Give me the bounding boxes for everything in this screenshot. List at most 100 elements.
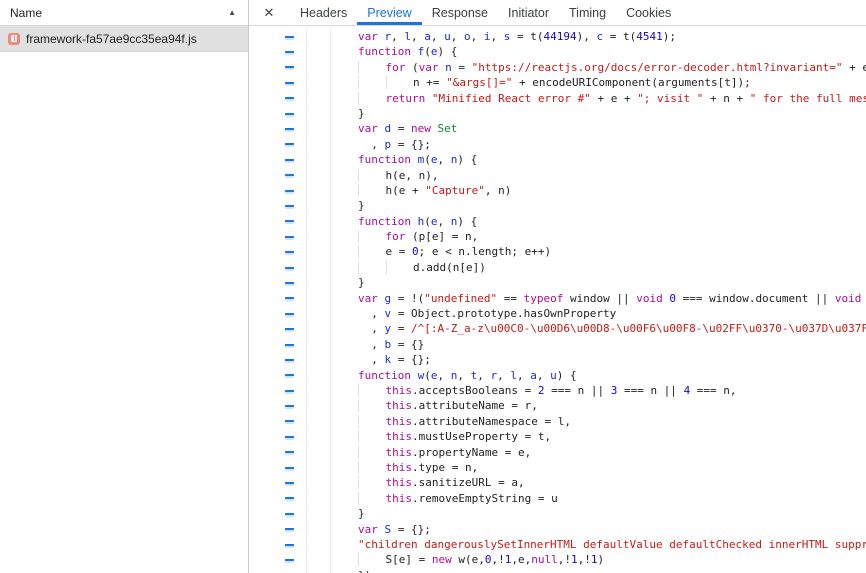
code-token: ,! [578, 553, 591, 566]
code-line: this.attributeName = r, [331, 398, 866, 413]
code-token: "undefined" [424, 292, 497, 305]
tab-headers[interactable]: Headers [290, 0, 357, 25]
code-line-row: function m(e, n) { [249, 152, 866, 167]
fold-marker-icon[interactable] [285, 328, 294, 330]
fold-gutter [249, 229, 307, 244]
fold-marker-icon[interactable] [285, 513, 294, 515]
fold-marker-icon[interactable] [285, 544, 294, 546]
line-number-gutter [307, 291, 331, 306]
fold-marker-icon[interactable] [285, 374, 294, 376]
code-token: var [358, 292, 378, 305]
fold-marker-icon[interactable] [285, 451, 294, 453]
fold-marker-icon[interactable] [285, 282, 294, 284]
tab-timing[interactable]: Timing [559, 0, 616, 25]
code-token: ( [405, 61, 418, 74]
code-token: = Object.prototype.hasOwnProperty [391, 307, 616, 320]
fold-marker-icon[interactable] [285, 251, 294, 253]
fold-marker-icon[interactable] [285, 51, 294, 53]
tab-response[interactable]: Response [422, 0, 498, 25]
code-token: = [391, 122, 411, 135]
fold-marker-icon[interactable] [285, 390, 294, 392]
fold-gutter [249, 183, 307, 198]
fold-marker-icon[interactable] [285, 405, 294, 407]
code-line-row: , v = Object.prototype.hasOwnProperty [249, 306, 866, 321]
code-token: a [424, 30, 431, 43]
fold-marker-icon[interactable] [285, 436, 294, 438]
code-token: = {} [391, 338, 424, 351]
fold-marker-icon[interactable] [285, 420, 294, 422]
code-token [378, 122, 385, 135]
fold-marker-icon[interactable] [285, 174, 294, 176]
fold-marker-icon[interactable] [285, 528, 294, 530]
fold-marker-icon[interactable] [285, 128, 294, 130]
code-line-row: return "Minified React error #" + e + ";… [249, 91, 866, 106]
tab-preview[interactable]: Preview [357, 0, 421, 25]
indent-guide [358, 245, 386, 258]
fold-marker-icon[interactable] [285, 82, 294, 84]
code-token [378, 30, 385, 43]
fold-marker-icon[interactable] [285, 220, 294, 222]
code-line-row: this.sanitizeURL = a, [249, 475, 866, 490]
fold-marker-icon[interactable] [285, 97, 294, 99]
fold-marker-icon[interactable] [285, 297, 294, 299]
code-line-row: this.attributeNamespace = l, [249, 414, 866, 429]
source-preview[interactable]: var r, l, a, u, o, i, s = t(44194), c = … [249, 26, 866, 573]
tab-initiator[interactable]: Initiator [498, 0, 559, 25]
fold-gutter [249, 29, 307, 44]
code-token: , [477, 369, 490, 382]
code-line: function f(e) { [331, 44, 866, 59]
indent-guide [358, 61, 386, 74]
code-line-row: var S = {}; [249, 522, 866, 537]
code-token: (p[e] = n, [405, 230, 478, 243]
fold-gutter [249, 321, 307, 336]
fold-marker-icon[interactable] [285, 359, 294, 361]
code-token [411, 45, 418, 58]
fold-marker-icon[interactable] [285, 236, 294, 238]
close-icon[interactable]: ✕ [261, 0, 277, 25]
fold-gutter [249, 244, 307, 259]
code-line: for (var n = "https://reactjs.org/docs/e… [331, 60, 866, 75]
code-token: .mustUseProperty = t, [412, 430, 551, 443]
fold-marker-icon[interactable] [285, 159, 294, 161]
javascript-file-icon [8, 33, 20, 45]
fold-marker-icon[interactable] [285, 313, 294, 315]
fold-gutter [249, 291, 307, 306]
code-token: 4541 [636, 30, 663, 43]
code-line: d.add(n[e]) [331, 260, 866, 275]
fold-marker-icon[interactable] [285, 113, 294, 115]
code-token: var [358, 523, 378, 536]
fold-gutter [249, 275, 307, 290]
fold-marker-icon[interactable] [285, 344, 294, 346]
code-token [378, 523, 385, 536]
code-token: , [497, 369, 510, 382]
line-number-gutter [307, 75, 331, 90]
fold-marker-icon[interactable] [285, 66, 294, 68]
code-token: void [636, 292, 663, 305]
code-line: h(e, n), [331, 168, 866, 183]
indent-guide [358, 261, 386, 274]
code-line: , p = {}; [331, 137, 866, 152]
fold-marker-icon[interactable] [285, 143, 294, 145]
code-token: this [386, 415, 413, 428]
line-number-gutter [307, 475, 331, 490]
code-line-row: this.mustUseProperty = t, [249, 429, 866, 444]
request-row-selected[interactable]: framework-fa57ae9cc35ea94f.js [0, 26, 248, 52]
fold-marker-icon[interactable] [285, 559, 294, 561]
fold-marker-icon[interactable] [285, 482, 294, 484]
name-column-header[interactable]: Name ▲ [0, 0, 248, 26]
fold-marker-icon[interactable] [285, 36, 294, 38]
code-token: , [371, 307, 384, 320]
indent-guide [386, 76, 414, 89]
fold-marker-icon[interactable] [285, 497, 294, 499]
code-token: "https://reactjs.org/docs/error-decoder.… [472, 61, 843, 74]
fold-gutter [249, 75, 307, 90]
fold-marker-icon[interactable] [285, 467, 294, 469]
fold-marker-icon[interactable] [285, 205, 294, 207]
fold-gutter [249, 106, 307, 121]
fold-marker-icon[interactable] [285, 267, 294, 269]
code-token: " for the full message [750, 92, 866, 105]
fold-marker-icon[interactable] [285, 190, 294, 192]
code-token: void [835, 292, 862, 305]
line-number-gutter [307, 91, 331, 106]
tab-cookies[interactable]: Cookies [616, 0, 681, 25]
